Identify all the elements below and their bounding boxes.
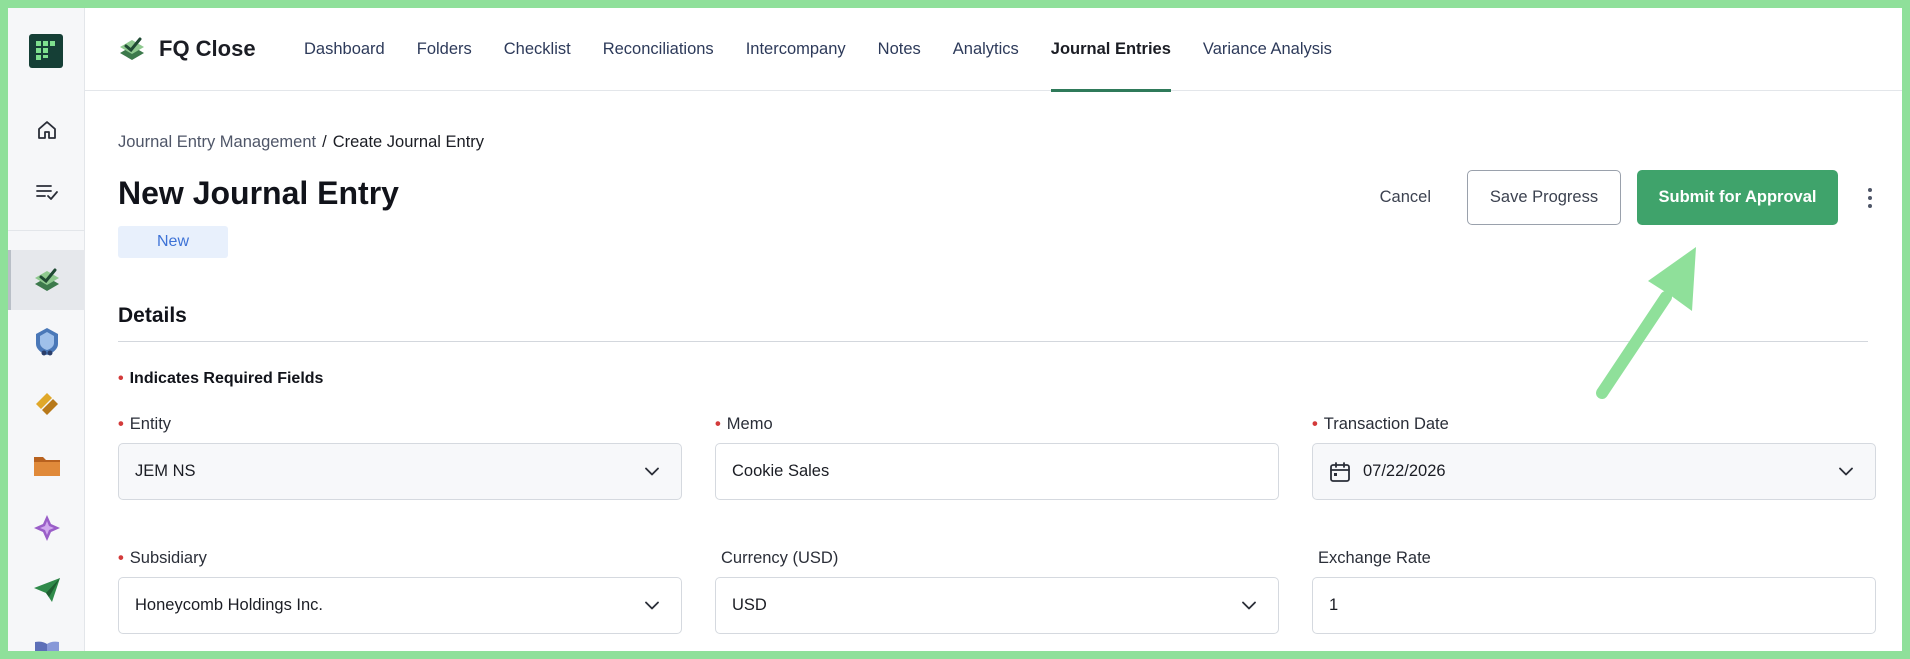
page-actions: Cancel Save Progress Submit for Approval xyxy=(1362,170,1880,225)
nav-tabs: Dashboard Folders Checklist Reconciliati… xyxy=(288,8,1348,92)
currency-label: Currency (USD) xyxy=(721,549,839,567)
memo-input[interactable]: Cookie Sales xyxy=(715,443,1279,500)
top-navigation: FQ Close Dashboard Folders Checklist Rec… xyxy=(85,8,1902,92)
book-app-icon[interactable] xyxy=(8,627,85,651)
more-options-icon[interactable] xyxy=(1860,178,1880,218)
nav-tab-dashboard[interactable]: Dashboard xyxy=(288,8,401,91)
submit-for-approval-button[interactable]: Submit for Approval xyxy=(1637,170,1838,225)
entity-select[interactable]: JEM NS xyxy=(118,443,682,500)
link-app-icon[interactable] xyxy=(8,379,85,429)
breadcrumb-parent-link[interactable]: Journal Entry Management xyxy=(118,133,316,152)
brand[interactable]: FQ Close xyxy=(117,34,256,64)
nav-tab-reconciliations[interactable]: Reconciliations xyxy=(587,8,730,91)
currency-select[interactable]: USD xyxy=(715,577,1279,634)
tasks-list-icon[interactable] xyxy=(8,167,85,217)
entity-label: • Entity xyxy=(118,415,172,433)
exchange-rate-value: 1 xyxy=(1329,596,1339,614)
required-note-text: Indicates Required Fields xyxy=(129,370,324,387)
exchange-rate-field: Exchange Rate 1 xyxy=(1312,547,1876,634)
required-fields-note: • Indicates Required Fields xyxy=(118,370,323,388)
left-rail xyxy=(8,8,85,651)
chevron-down-icon xyxy=(1839,467,1853,475)
shield-app-icon[interactable] xyxy=(8,317,85,367)
chevron-down-icon xyxy=(1242,601,1256,609)
details-section-title: Details xyxy=(118,304,187,327)
nav-tab-notes[interactable]: Notes xyxy=(862,8,937,91)
home-icon[interactable] xyxy=(8,105,85,155)
nav-tab-variance-analysis[interactable]: Variance Analysis xyxy=(1187,8,1348,91)
cancel-button[interactable]: Cancel xyxy=(1362,171,1449,225)
breadcrumb-separator: / xyxy=(322,133,327,151)
save-progress-button[interactable]: Save Progress xyxy=(1467,170,1621,225)
transaction-date-label: • Transaction Date xyxy=(1312,415,1449,433)
status-badge: New xyxy=(118,226,228,258)
required-indicator: • xyxy=(118,370,124,387)
exchange-rate-input[interactable]: 1 xyxy=(1312,577,1876,634)
app-window: FQ Close Dashboard Folders Checklist Rec… xyxy=(8,8,1902,651)
currency-value: USD xyxy=(732,596,767,614)
chevron-down-icon xyxy=(645,467,659,475)
subsidiary-value: Honeycomb Holdings Inc. xyxy=(135,596,324,614)
memo-value: Cookie Sales xyxy=(732,462,830,480)
nav-tab-journal-entries[interactable]: Journal Entries xyxy=(1035,8,1187,92)
fq-close-logo-icon xyxy=(120,37,144,60)
nav-tab-checklist[interactable]: Checklist xyxy=(488,8,587,91)
entity-field: • Entity JEM NS xyxy=(118,413,682,500)
transaction-date-value: 07/22/2026 xyxy=(1363,462,1446,480)
page-title: New Journal Entry xyxy=(118,175,399,211)
memo-label: • Memo xyxy=(715,415,773,433)
nav-tab-intercompany[interactable]: Intercompany xyxy=(730,8,862,91)
transaction-date-picker[interactable]: 07/22/2026 xyxy=(1312,443,1876,500)
annotation-arrow-icon xyxy=(1596,247,1696,399)
entity-value: JEM NS xyxy=(135,462,196,480)
currency-field: Currency (USD) USD xyxy=(715,547,1279,634)
app-name: FQ Close xyxy=(159,36,256,61)
transaction-date-field: • Transaction Date 07/22/2026 xyxy=(1312,413,1876,500)
chevron-down-icon xyxy=(645,601,659,609)
send-app-icon[interactable] xyxy=(8,565,85,615)
rail-divider xyxy=(8,230,85,231)
breadcrumb-current: Create Journal Entry xyxy=(332,133,485,151)
sparkle-app-icon[interactable] xyxy=(8,503,85,553)
folder-app-icon[interactable] xyxy=(8,441,85,491)
memo-field: • Memo Cookie Sales xyxy=(715,413,1279,500)
fq-close-app-icon[interactable] xyxy=(8,255,85,305)
company-logo-icon[interactable] xyxy=(29,34,63,68)
nav-tab-analytics[interactable]: Analytics xyxy=(937,8,1035,91)
breadcrumb: Journal Entry Management / Create Journa… xyxy=(118,133,484,152)
calendar-icon xyxy=(1330,461,1350,482)
nav-tab-folders[interactable]: Folders xyxy=(401,8,488,91)
subsidiary-select[interactable]: Honeycomb Holdings Inc. xyxy=(118,577,682,634)
exchange-rate-label: Exchange Rate xyxy=(1318,549,1431,567)
subsidiary-label: • Subsidiary xyxy=(118,549,207,567)
subsidiary-field: • Subsidiary Honeycomb Holdings Inc. xyxy=(118,547,682,634)
